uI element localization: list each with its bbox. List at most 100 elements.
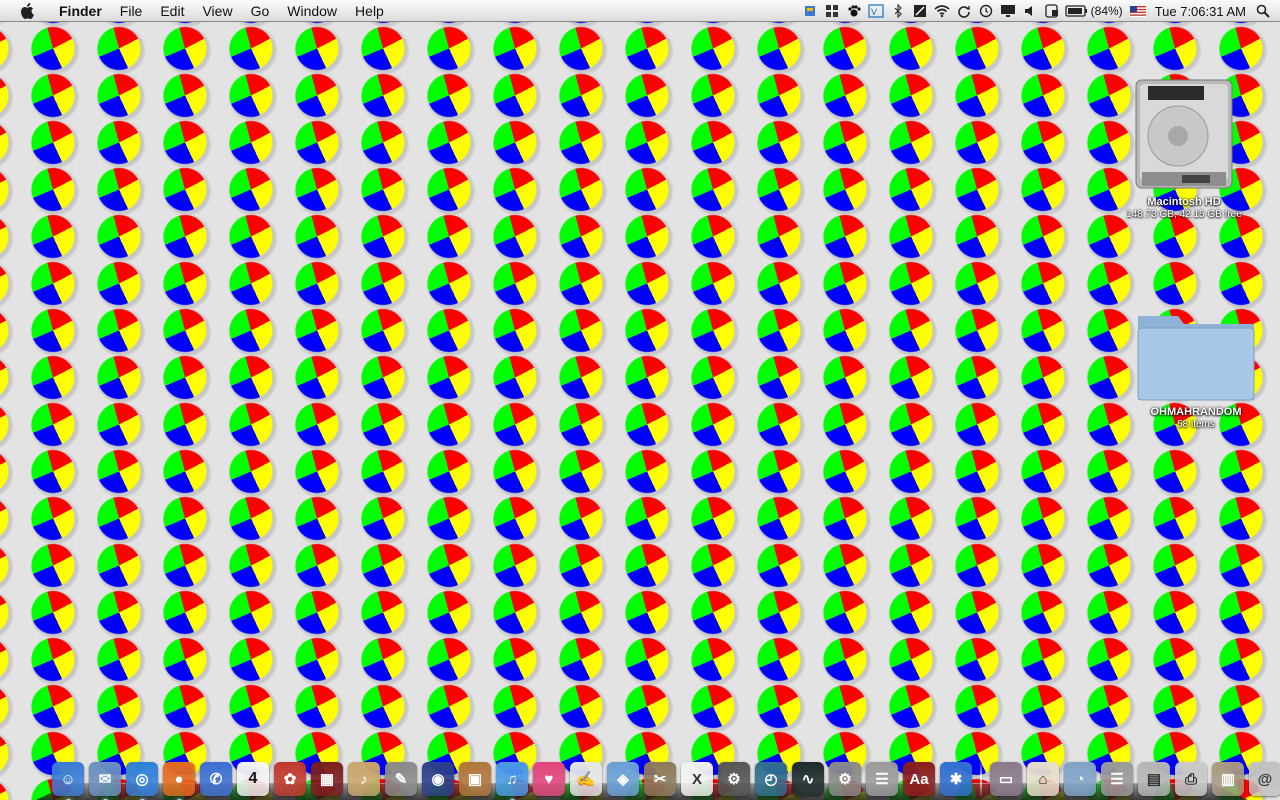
utility-glyph: ⚙ (727, 771, 741, 788)
garageband-icon[interactable]: ♪ (348, 762, 380, 796)
folder-icon (1132, 306, 1260, 406)
desktop-icon-folder[interactable]: OHMAHRANDOM 58 items (1126, 306, 1266, 431)
paintbrush-glyph: ✎ (394, 771, 408, 788)
mail-icon[interactable]: ✉ (89, 762, 121, 800)
menu-view[interactable]: View (193, 0, 241, 22)
ichat-glyph: ✆ (209, 771, 223, 788)
menu-clock[interactable]: Tue 7:06:31 AM (1149, 4, 1252, 19)
flag-icon[interactable] (799, 0, 821, 22)
desktop-icon-info: 58 items (1177, 419, 1215, 430)
wifi-icon[interactable] (931, 0, 953, 22)
display-icon[interactable] (909, 0, 931, 22)
system-prefs-icon[interactable]: ⚙ (829, 762, 861, 796)
ical-glyph: 4 (248, 770, 258, 787)
activity-monitor-icon[interactable]: ∿ (792, 762, 824, 796)
finder-icon[interactable]: ☺ (52, 762, 84, 800)
gimp-glyph: ✂ (653, 771, 667, 788)
scripts-icon[interactable]: ☰ (866, 762, 898, 796)
x11-glyph: X (691, 770, 702, 788)
apple-menu-icon[interactable] (16, 0, 38, 22)
printer-icon[interactable]: ⎙ (1175, 762, 1207, 796)
gimp-icon[interactable]: ✂ (644, 762, 676, 796)
home-icon[interactable]: ⌂ (1027, 762, 1059, 796)
heart-icon[interactable]: ♥ (533, 762, 565, 796)
time-machine-icon[interactable] (975, 0, 997, 22)
itunes-icon[interactable]: ♫ (496, 762, 528, 800)
menu-window[interactable]: Window (278, 0, 346, 22)
finder-glyph: ☺ (60, 770, 76, 788)
bluetooth-icon[interactable] (887, 0, 909, 22)
photo-flower-icon[interactable]: ✿ (274, 762, 306, 796)
virtualbox-icon[interactable]: ◈ (607, 762, 639, 796)
ichat-icon[interactable]: ✆ (200, 762, 232, 796)
system-prefs-glyph: ⚙ (838, 771, 852, 788)
x11-icon[interactable]: X (681, 762, 713, 796)
menu-help[interactable]: Help (346, 0, 393, 22)
svg-text:V: V (871, 7, 877, 17)
archive-icon[interactable]: ▥ (1212, 762, 1244, 796)
menu-bar: Finder File Edit View Go Window Help V (… (0, 0, 1280, 22)
ical-icon[interactable]: 4 (237, 762, 269, 796)
pictures-stack-glyph: ▤ (1146, 771, 1162, 788)
desktop-wallpaper (0, 0, 1280, 800)
bluetooth-icon[interactable]: ✱ (940, 762, 972, 796)
firefox-glyph: ● (174, 770, 184, 788)
spaces-icon[interactable] (821, 0, 843, 22)
heart-glyph: ♥ (544, 770, 554, 788)
dock-separator (980, 762, 982, 796)
textedit-icon[interactable]: ✍ (570, 762, 602, 796)
iphoto-glyph: ▣ (467, 771, 483, 788)
vpn-icon[interactable]: V (865, 0, 887, 22)
monitor-icon[interactable] (997, 0, 1019, 22)
activity-monitor-glyph: ∿ (801, 771, 815, 788)
film-glyph: ▦ (319, 771, 335, 788)
hardware-icon[interactable] (1041, 0, 1063, 22)
pictures-stack-icon[interactable]: ▤ (1138, 762, 1170, 796)
time-machine-icon[interactable]: ◴ (755, 762, 787, 796)
safari-glyph: ◎ (135, 771, 149, 788)
firefox-icon[interactable]: ● (163, 762, 195, 800)
safari-icon[interactable]: ◎ (126, 762, 158, 800)
applications-stack-icon[interactable]: ▭ (990, 762, 1022, 796)
documents-folder-icon[interactable]: ◔ (1064, 762, 1096, 796)
garageband-glyph: ♪ (360, 770, 368, 788)
aperture-icon[interactable]: ◉ (422, 762, 454, 796)
home-glyph: ⌂ (1038, 770, 1048, 788)
aperture-glyph: ◉ (431, 771, 445, 788)
app-menu-finder[interactable]: Finder (50, 0, 111, 22)
downloads-stack-icon[interactable]: ☰ (1101, 762, 1133, 796)
us-flag-icon[interactable] (1127, 0, 1149, 22)
hard-drive-icon (1126, 76, 1242, 196)
network-icon[interactable]: @ (1249, 762, 1280, 796)
sync-icon[interactable] (953, 0, 975, 22)
itunes-glyph: ♫ (506, 770, 518, 788)
desktop-icon-info: 148.73 GB, 42.15 GB free (1126, 209, 1242, 220)
desktop-icon-macintosh-hd[interactable]: Macintosh HD 148.73 GB, 42.15 GB free (1114, 76, 1254, 221)
desktop-icon-label: Macintosh HD (1147, 196, 1221, 208)
dock: ☺✉◎●✆4✿▦♪✎◉▣♫♥✍◈✂X⚙◴∿⚙☰Aa✱▭⌂◔☰▤⎙▥@🗑 (52, 752, 1280, 800)
iphoto-icon[interactable]: ▣ (459, 762, 491, 796)
utility-icon[interactable]: ⚙ (718, 762, 750, 796)
network-glyph: @ (1257, 770, 1273, 788)
film-icon[interactable]: ▦ (311, 762, 343, 796)
photo-flower-glyph: ✿ (283, 771, 297, 788)
battery-icon[interactable] (1063, 0, 1091, 22)
dictionary-glyph: Aa (909, 770, 929, 788)
volume-icon[interactable] (1019, 0, 1041, 22)
time-machine-glyph: ◴ (764, 771, 778, 788)
paw-icon[interactable] (843, 0, 865, 22)
scripts-glyph: ☰ (875, 771, 889, 788)
bluetooth-glyph: ✱ (949, 771, 963, 788)
printer-glyph: ⎙ (1184, 770, 1197, 788)
dictionary-icon[interactable]: Aa (903, 762, 935, 796)
archive-glyph: ▥ (1220, 771, 1236, 788)
textedit-glyph: ✍ (576, 771, 596, 788)
applications-stack-glyph: ▭ (998, 771, 1014, 788)
spotlight-icon[interactable] (1252, 0, 1274, 22)
documents-folder-glyph: ◔ (1075, 770, 1085, 788)
paintbrush-icon[interactable]: ✎ (385, 762, 417, 796)
menu-go[interactable]: Go (242, 0, 279, 22)
menu-edit[interactable]: Edit (151, 0, 193, 22)
menu-file[interactable]: File (111, 0, 152, 22)
battery-percentage[interactable]: (84%) (1091, 4, 1127, 18)
